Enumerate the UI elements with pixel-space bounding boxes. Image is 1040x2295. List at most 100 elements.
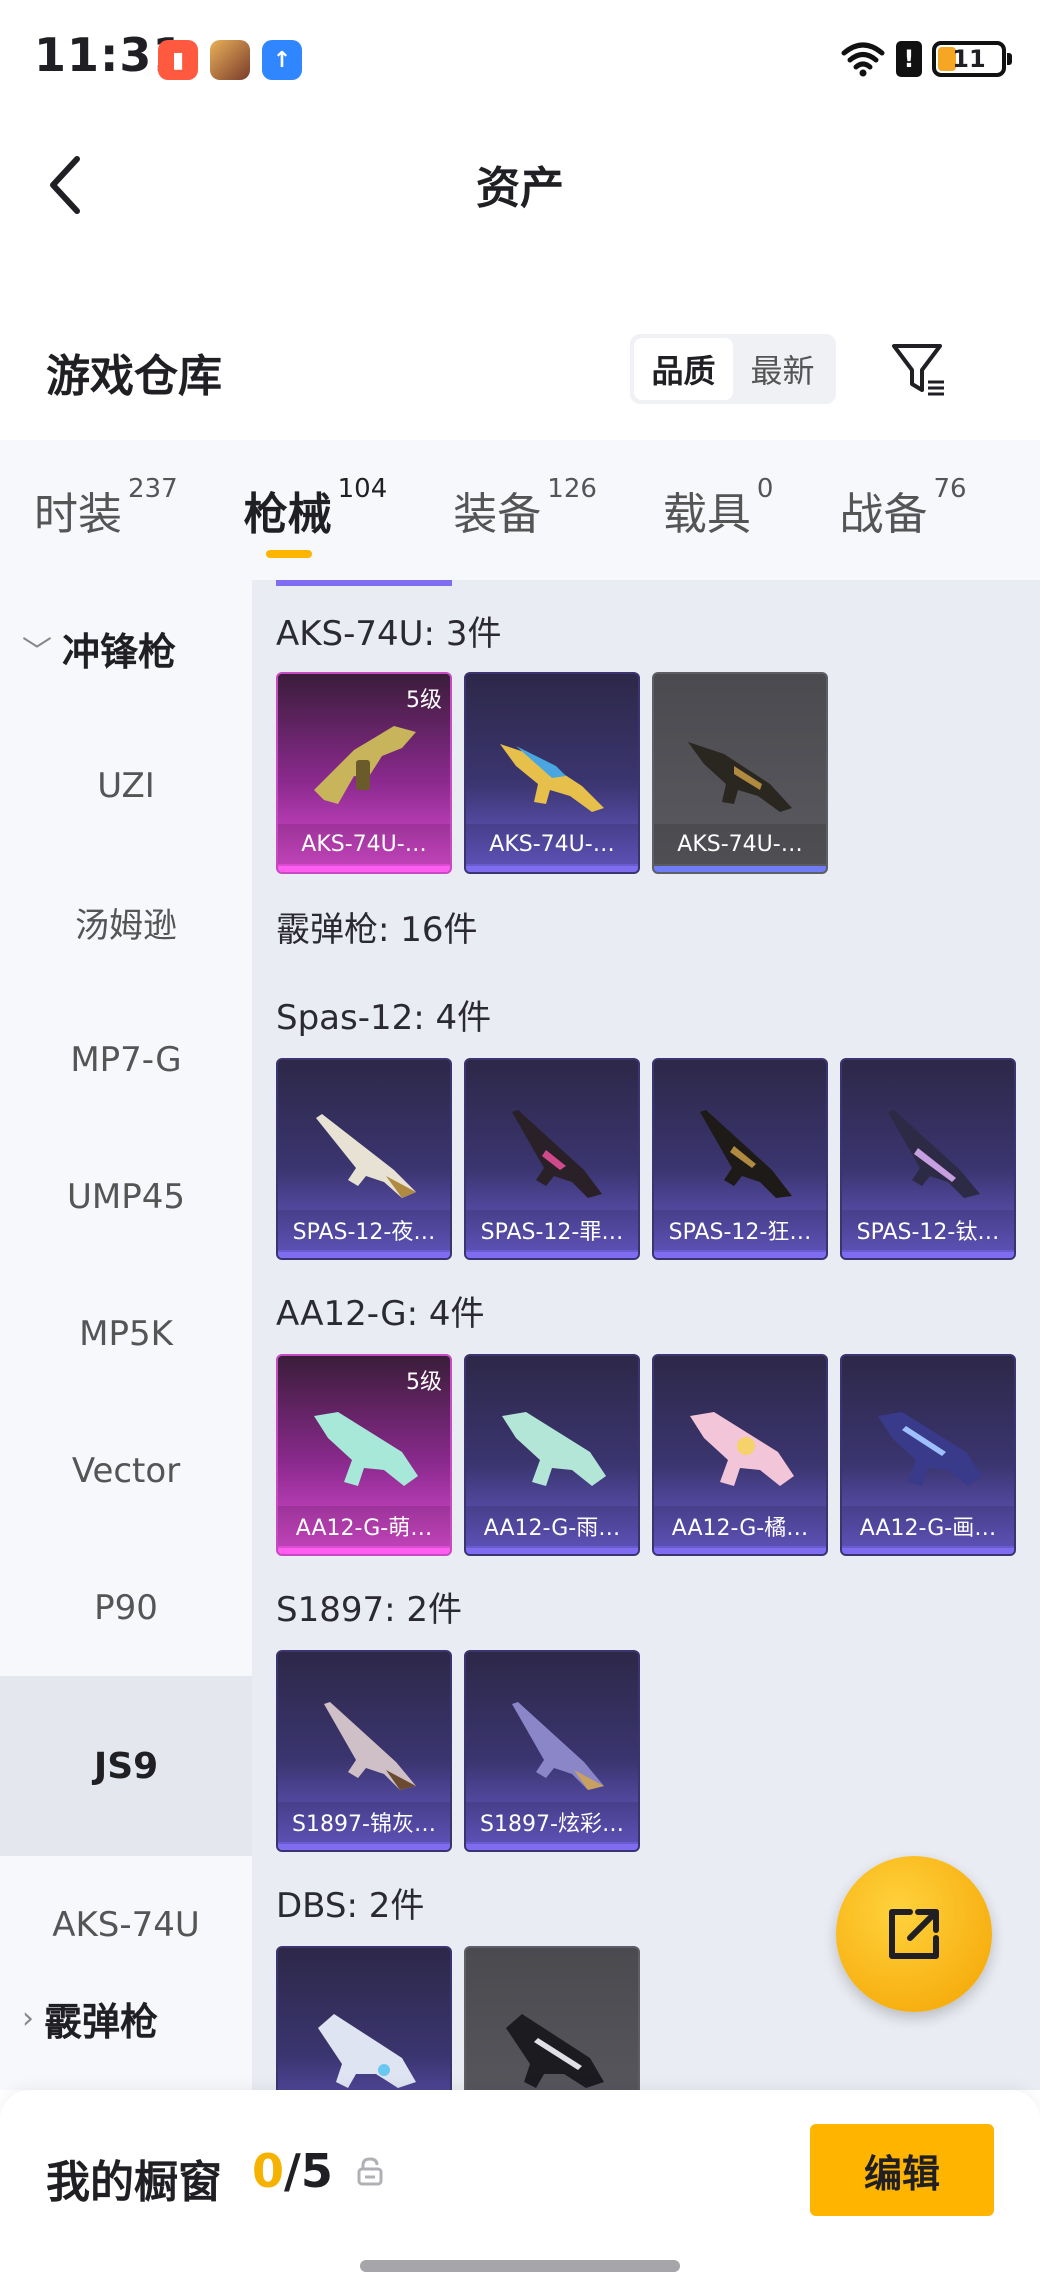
card-label: AA12-G-萌… [278, 1506, 450, 1546]
card-label: AA12-G-橘… [654, 1506, 826, 1546]
gun-image [500, 744, 604, 812]
battery-icon: 11 [932, 41, 1012, 77]
tab-label: 战备 [839, 489, 928, 540]
tab-vehicles[interactable]: 载具 0 [662, 474, 774, 542]
sort-quality-button[interactable]: 品质 [634, 338, 733, 400]
tab-label: 时装 [34, 489, 122, 540]
tab-equipment[interactable]: 装备 126 [453, 474, 597, 542]
gun-image [512, 1702, 604, 1790]
category-tabs: 时装 237 枪械 104 装备 126 载具 0 战备 76 [0, 440, 1040, 580]
sidebar-item-vector[interactable]: Vector [0, 1402, 252, 1539]
screen-record-icon: ▮ [158, 40, 198, 80]
weapon-card[interactable]: AA12-G-雨… [464, 1354, 640, 1556]
showcase-bar: 我的橱窗 0/5 编辑 [0, 2090, 1040, 2295]
share-icon [889, 1909, 939, 1959]
sidebar-group-shotgun[interactable]: › 霰弹枪 [0, 1950, 252, 2087]
rarity-strip [466, 1548, 638, 1554]
weapon-card[interactable]: 5级 AA12-G-萌… [276, 1354, 452, 1556]
weapon-card[interactable]: SPAS-12-钛… [840, 1058, 1016, 1260]
tab-count: 237 [128, 474, 178, 504]
rarity-strip [278, 866, 450, 872]
card-label: SPAS-12-罪… [466, 1210, 638, 1250]
tab-label: 装备 [453, 489, 542, 540]
weapon-card[interactable]: S1897-炫彩… [464, 1650, 640, 1852]
showcase-current: 0 [252, 2144, 285, 2198]
rarity-strip [278, 1548, 450, 1554]
group-title: S1897: 2件 [276, 1590, 463, 1630]
gun-image [316, 1114, 416, 1198]
page-title: 资产 [476, 163, 564, 214]
card-label: AA12-G-雨… [466, 1506, 638, 1546]
lock-icon [357, 2157, 383, 2186]
gun-image [888, 1110, 980, 1198]
tab-count: 0 [756, 474, 774, 504]
category-count: 霰弹枪: 16件 [276, 910, 478, 950]
weapon-card[interactable]: AKS-74U-… [652, 672, 828, 874]
sidebar-group-smg[interactable]: ﹀ 冲锋枪 [0, 580, 252, 717]
gun-image [506, 2014, 604, 2088]
gun-image [878, 1412, 982, 1486]
gun-image [324, 1702, 416, 1790]
battery-level: 11 [952, 45, 986, 73]
gun-image [512, 1110, 602, 1198]
rarity-strip [466, 866, 638, 872]
card-strip-partial [276, 580, 452, 586]
filter-icon[interactable] [890, 340, 950, 400]
tab-count: 76 [933, 474, 967, 504]
home-indicator[interactable] [360, 2260, 680, 2272]
tab-guns[interactable]: 枪械 104 [243, 474, 387, 558]
gun-image [318, 2014, 416, 2088]
rarity-strip [278, 1252, 450, 1258]
showcase-count: 0/5 [252, 2144, 333, 2198]
showcase-label: 我的橱窗 [46, 2157, 222, 2208]
weapon-card[interactable]: AA12-G-画… [840, 1354, 1016, 1556]
section-title: 游戏仓库 [46, 351, 222, 402]
sort-toggle: 品质 最新 [630, 334, 836, 404]
card-label: SPAS-12-夜… [278, 1210, 450, 1250]
sort-latest-button[interactable]: 最新 [733, 338, 832, 400]
showcase-total: /5 [284, 2144, 333, 2198]
rarity-strip [466, 1844, 638, 1850]
card-label: AKS-74U-… [466, 824, 638, 864]
gun-image [502, 1412, 606, 1486]
wifi-icon [841, 42, 885, 77]
sidebar-item-ump45[interactable]: UMP45 [0, 1128, 252, 1265]
sidebar-item-js9[interactable]: JS9 [0, 1676, 252, 1856]
tab-supplies[interactable]: 战备 76 [839, 474, 966, 542]
weapon-card[interactable]: SPAS-12-狂… [652, 1058, 828, 1260]
weapon-card[interactable]: 5级 AKS-74U-… [276, 672, 452, 874]
group-title: AA12-G: 4件 [276, 1294, 485, 1334]
tab-label: 载具 [662, 489, 751, 540]
tab-fashion[interactable]: 时装 237 [34, 474, 178, 542]
gun-image [688, 742, 792, 812]
gun-image [700, 1110, 792, 1198]
weapon-card[interactable]: AKS-74U-… [464, 672, 640, 874]
group-title: AKS-74U: 3件 [276, 614, 502, 654]
tab-count: 104 [337, 474, 388, 504]
card-label: S1897-炫彩… [466, 1802, 638, 1842]
weapon-type-sidebar: ﹀ 冲锋枪 UZI 汤姆逊 MP7-G UMP45 MP5K Vector P9… [0, 580, 252, 2090]
sidebar-item-thompson[interactable]: 汤姆逊 [0, 854, 252, 991]
weapon-card[interactable]: SPAS-12-夜… [276, 1058, 452, 1260]
rarity-strip [278, 1844, 450, 1850]
weapon-card[interactable] [276, 1946, 452, 2090]
rarity-strip [842, 1548, 1014, 1554]
gun-image [314, 1412, 418, 1486]
weapon-card[interactable] [464, 1946, 640, 2090]
card-label: SPAS-12-钛… [842, 1210, 1014, 1250]
share-fab[interactable] [836, 1856, 992, 2012]
tab-label: 枪械 [243, 489, 332, 540]
weapon-card[interactable]: S1897-锦灰… [276, 1650, 452, 1852]
game-app-icon [210, 40, 250, 80]
sidebar-item-mp7g[interactable]: MP7-G [0, 991, 252, 1128]
sidebar-item-uzi[interactable]: UZI [0, 717, 252, 854]
edit-button[interactable]: 编辑 [810, 2124, 994, 2216]
sidebar-group-label: 霰弹枪 [44, 2000, 159, 2044]
sidebar-item-mp5k[interactable]: MP5K [0, 1265, 252, 1402]
card-label: AA12-G-画… [842, 1506, 1014, 1546]
card-label: SPAS-12-狂… [654, 1210, 826, 1250]
sidebar-item-p90[interactable]: P90 [0, 1539, 252, 1676]
group-title: Spas-12: 4件 [276, 998, 492, 1038]
weapon-card[interactable]: SPAS-12-罪… [464, 1058, 640, 1260]
weapon-card[interactable]: AA12-G-橘… [652, 1354, 828, 1556]
